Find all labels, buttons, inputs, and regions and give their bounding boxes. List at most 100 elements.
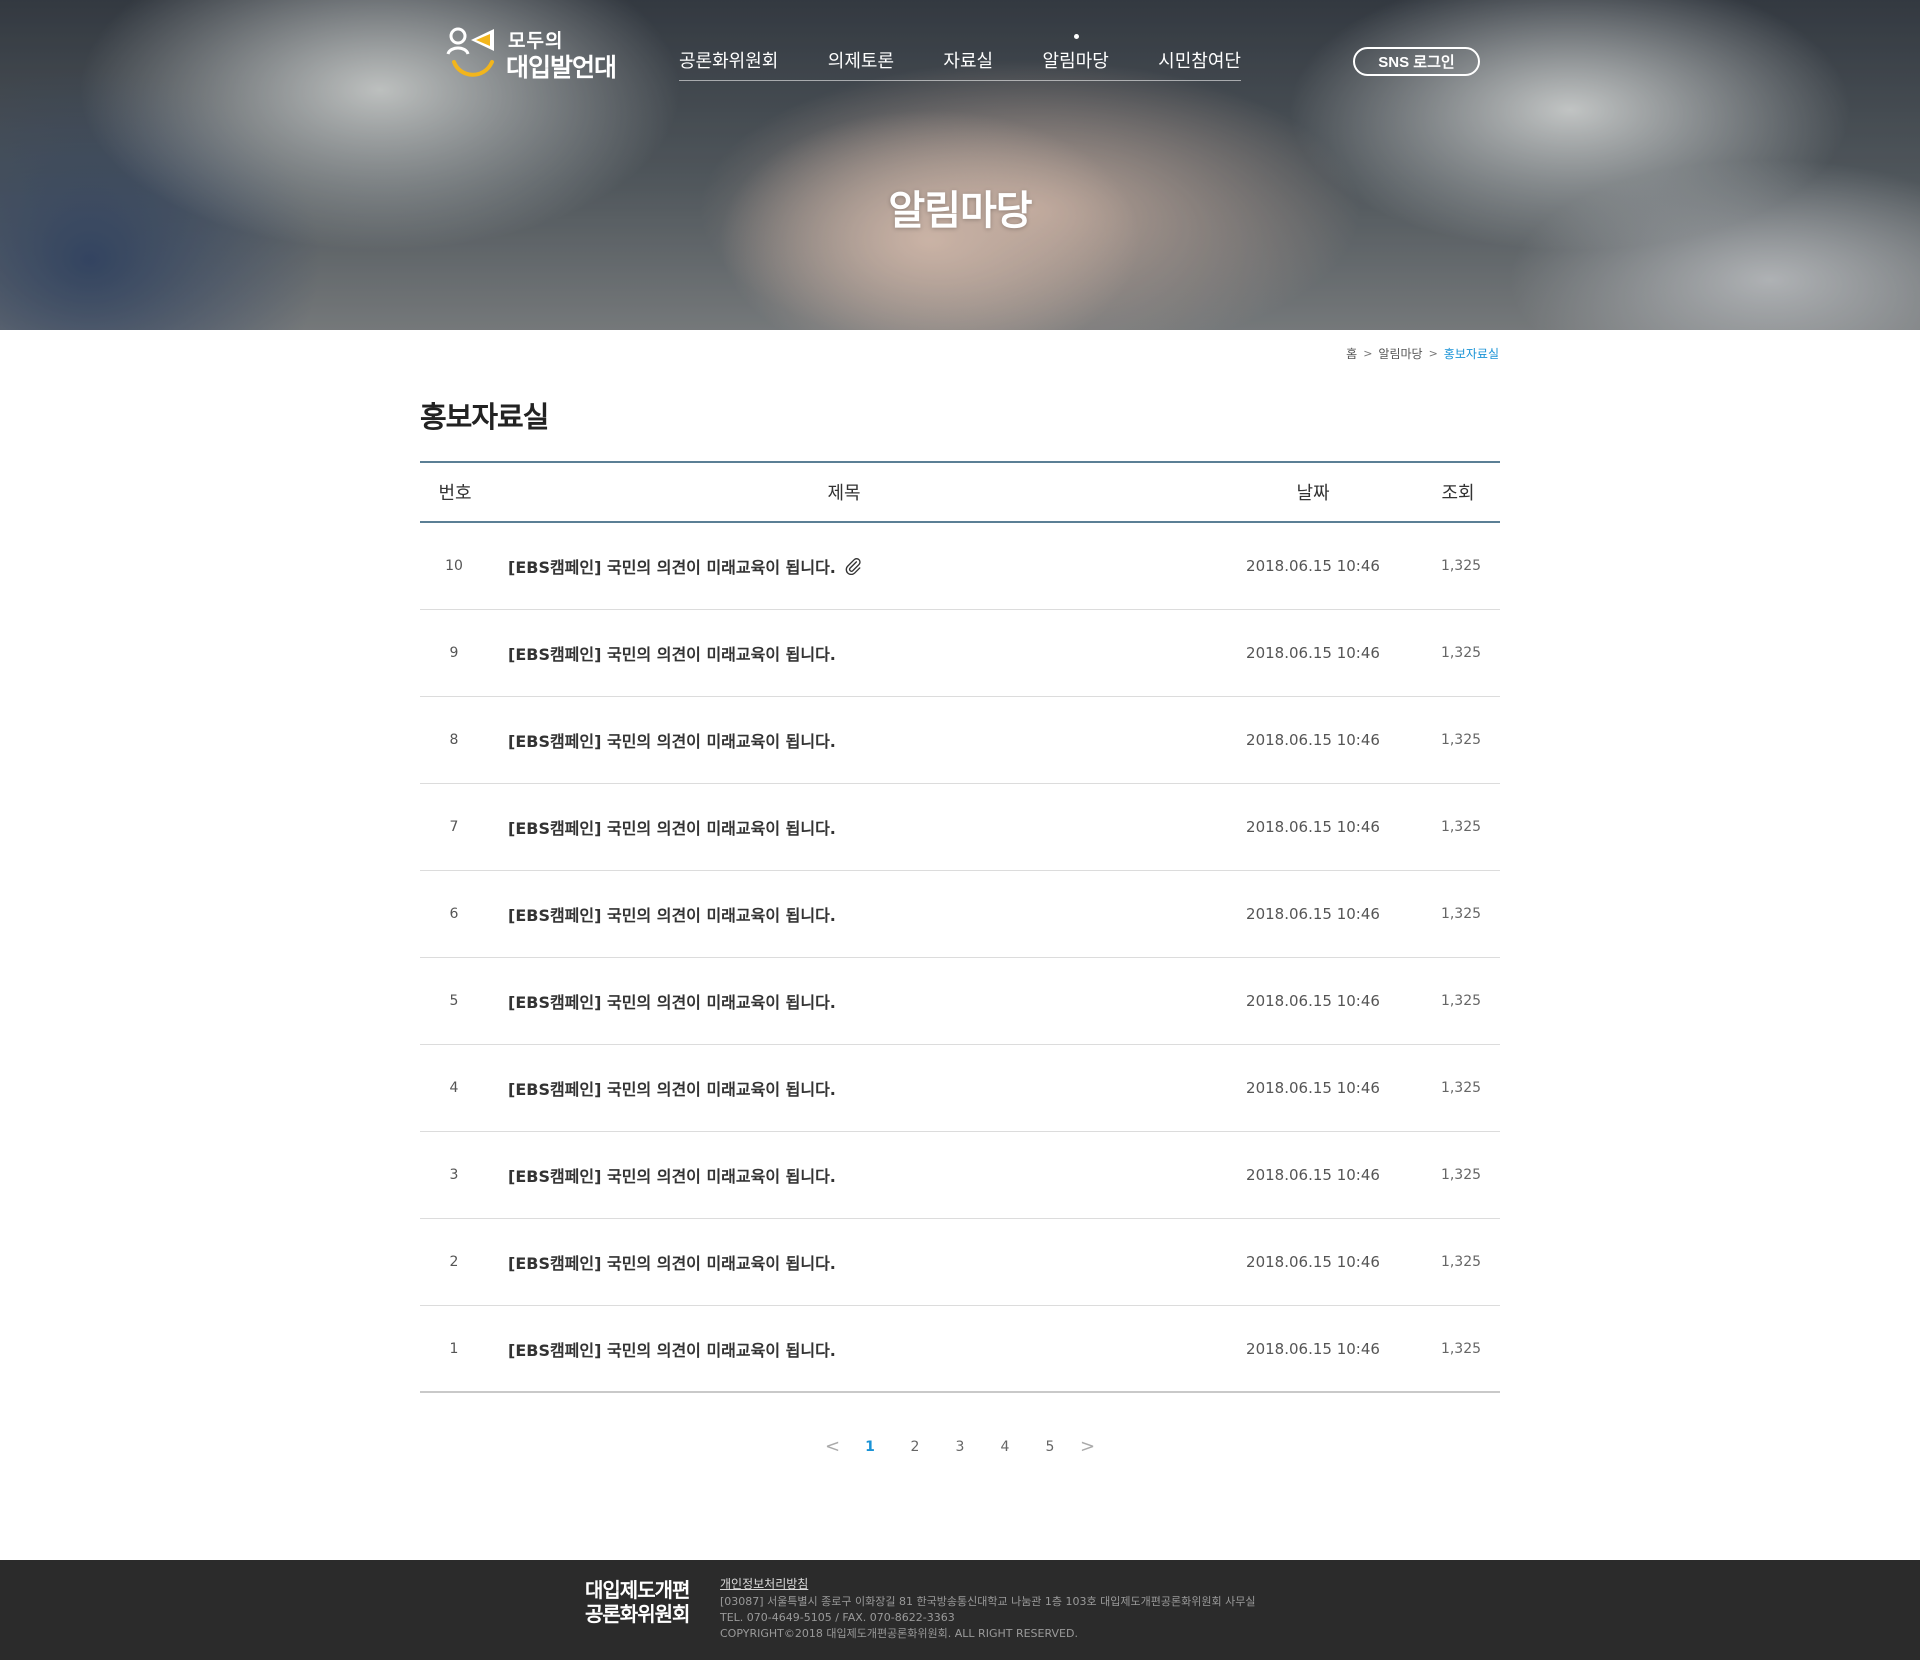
row-number: 9 xyxy=(449,645,459,661)
table-row[interactable]: 4 [EBS캠페인] 국민의 의견이 미래교육이 됩니다. 2018.06.15 1… xyxy=(420,1045,1500,1132)
row-date: 2018.06.15 10:46 xyxy=(1246,992,1380,1010)
logo-mark-icon xyxy=(446,27,494,77)
row-date: 2018.06.15 10:46 xyxy=(1246,731,1380,749)
chevron-right-icon: > xyxy=(1363,347,1373,360)
row-title-cell: [EBS캠페인] 국민의 의견이 미래교육이 됩니다. xyxy=(488,989,1210,1013)
row-title-link[interactable]: [EBS캠페인] 국민의 의견이 미래교육이 됩니다. xyxy=(508,1337,836,1361)
row-views: 1,325 xyxy=(1440,993,1482,1009)
board-table: 번호 제목 날짜 조회 10 [EBS캠페인] 국민의 의견이 미래교육이 됩니다… xyxy=(420,461,1500,1393)
row-number: 10 xyxy=(445,558,463,574)
row-views: 1,325 xyxy=(1440,819,1482,835)
table-row[interactable]: 10 [EBS캠페인] 국민의 의견이 미래교육이 됩니다. 2018.06.15 … xyxy=(420,523,1500,610)
paperclip-icon xyxy=(845,558,861,575)
row-title-link[interactable]: [EBS캠페인] 국민의 의견이 미래교육이 됩니다. xyxy=(508,989,836,1013)
page-link-4[interactable]: 4 xyxy=(983,1439,1028,1455)
row-title-cell: [EBS캠페인] 국민의 의견이 미래교육이 됩니다. xyxy=(488,815,1210,839)
row-title-link[interactable]: [EBS캠페인] 국민의 의견이 미래교육이 됩니다. xyxy=(508,815,836,839)
row-title-cell: [EBS캠페인] 국민의 의견이 미래교육이 됩니다. xyxy=(488,1337,1210,1361)
table-header: 번호 제목 날짜 조회 xyxy=(420,461,1500,523)
row-views: 1,325 xyxy=(1440,645,1482,661)
header-views: 조회 xyxy=(1441,483,1475,504)
privacy-policy-link[interactable]: 개인정보처리방침 xyxy=(720,1576,808,1592)
footer-logo-line2: 공론화위원회 xyxy=(585,1602,690,1626)
row-date: 2018.06.15 10:46 xyxy=(1246,1166,1380,1184)
row-date: 2018.06.15 10:46 xyxy=(1246,1339,1380,1358)
row-number: 6 xyxy=(449,906,459,922)
sns-login-button[interactable]: SNS 로그인 xyxy=(1353,47,1480,76)
row-number: 2 xyxy=(449,1254,459,1270)
table-row[interactable]: 1 [EBS캠페인] 국민의 의견이 미래교육이 됩니다. 2018.06.15 1… xyxy=(420,1306,1500,1393)
page-link-2[interactable]: 2 xyxy=(893,1439,938,1455)
row-title-cell: [EBS캠페인] 국민의 의견이 미래교육이 됩니다. xyxy=(488,902,1210,926)
row-date: 2018.06.15 10:46 xyxy=(1246,557,1380,575)
next-page-button[interactable]: > xyxy=(1073,1436,1103,1457)
row-title-cell: [EBS캠페인] 국민의 의견이 미래교육이 됩니다. xyxy=(488,728,1210,752)
breadcrumb-current: 홍보자료실 xyxy=(1443,347,1499,361)
header-number: 번호 xyxy=(438,483,472,504)
row-title-link[interactable]: [EBS캠페인] 국민의 의견이 미래교육이 됩니다. xyxy=(508,1076,836,1100)
row-date: 2018.06.15 10:46 xyxy=(1246,1253,1380,1271)
prev-page-button[interactable]: < xyxy=(818,1436,848,1457)
site-footer: 대입제도개편 공론화위원회 개인정보처리방침 [03087] 서울특별시 종로구… xyxy=(0,1560,1920,1660)
page-link-3[interactable]: 3 xyxy=(938,1439,983,1455)
row-date: 2018.06.15 10:46 xyxy=(1246,905,1380,923)
row-number: 8 xyxy=(449,732,459,748)
row-title-cell: [EBS캠페인] 국민의 의견이 미래교육이 됩니다. xyxy=(488,641,1210,665)
row-number: 1 xyxy=(449,1340,459,1357)
row-views: 1,325 xyxy=(1440,906,1482,922)
row-date: 2018.06.15 10:46 xyxy=(1246,1079,1380,1097)
table-body: 10 [EBS캠페인] 국민의 의견이 미래교육이 됩니다. 2018.06.15 … xyxy=(420,523,1500,1393)
header-date: 날짜 xyxy=(1296,483,1330,504)
row-views: 1,325 xyxy=(1440,1080,1482,1096)
site-logo[interactable]: 모두의 대입발언대 xyxy=(446,26,617,82)
nav-item-notice[interactable]: 알림마당 xyxy=(1043,34,1109,80)
row-title-cell: [EBS캠페인] 국민의 의견이 미래교육이 됩니다. xyxy=(488,1163,1210,1187)
row-title-link[interactable]: [EBS캠페인] 국민의 의견이 미래교육이 됩니다. xyxy=(508,554,836,578)
row-number: 5 xyxy=(449,993,459,1009)
table-row[interactable]: 2 [EBS캠페인] 국민의 의견이 미래교육이 됩니다. 2018.06.15 1… xyxy=(420,1219,1500,1306)
row-title-link[interactable]: [EBS캠페인] 국민의 의견이 미래교육이 됩니다. xyxy=(508,641,836,665)
table-row[interactable]: 7 [EBS캠페인] 국민의 의견이 미래교육이 됩니다. 2018.06.15 1… xyxy=(420,784,1500,871)
page-link-1[interactable]: 1 xyxy=(848,1439,893,1455)
main-navigation: 공론화위원회 의제토론 자료실 알림마당 시민참여단 xyxy=(679,34,1241,81)
row-title-link[interactable]: [EBS캠페인] 국민의 의견이 미래교육이 됩니다. xyxy=(508,728,836,752)
row-title-cell: [EBS캠페인] 국민의 의견이 미래교육이 됩니다. xyxy=(488,554,1210,578)
nav-item-citizen-panel[interactable]: 시민참여단 xyxy=(1158,44,1241,80)
nav-item-committee[interactable]: 공론화위원회 xyxy=(679,44,778,80)
row-title-link[interactable]: [EBS캠페인] 국민의 의견이 미래교육이 됩니다. xyxy=(508,902,836,926)
logo-text-main: 대입발언대 xyxy=(506,53,617,82)
page-title: 홍보자료실 xyxy=(420,400,549,434)
footer-address: [03087] 서울특별시 종로구 이화장길 81 한국방송통신대학교 나눔관 … xyxy=(720,1595,1256,1608)
breadcrumb-parent[interactable]: 알림마당 xyxy=(1378,345,1422,362)
nav-item-resources[interactable]: 자료실 xyxy=(943,44,993,80)
row-title-cell: [EBS캠페인] 국민의 의견이 미래교육이 됩니다. xyxy=(488,1250,1210,1274)
footer-logo-line1: 대입제도개편 xyxy=(585,1578,690,1602)
row-views: 1,325 xyxy=(1440,1340,1482,1357)
table-row[interactable]: 3 [EBS캠페인] 국민의 의견이 미래교육이 됩니다. 2018.06.15 1… xyxy=(420,1132,1500,1219)
row-title-link[interactable]: [EBS캠페인] 국민의 의견이 미래교육이 됩니다. xyxy=(508,1250,836,1274)
row-views: 1,325 xyxy=(1440,1167,1482,1183)
nav-item-agenda-debate[interactable]: 의제토론 xyxy=(828,44,894,80)
breadcrumb: 홈 > 알림마당 > 홍보자료실 xyxy=(1346,345,1499,362)
row-title-cell: [EBS캠페인] 국민의 의견이 미래교육이 됩니다. xyxy=(488,1076,1210,1100)
row-views: 1,325 xyxy=(1440,1254,1482,1270)
table-row[interactable]: 5 [EBS캠페인] 국민의 의견이 미래교육이 됩니다. 2018.06.15 1… xyxy=(420,958,1500,1045)
row-date: 2018.06.15 10:46 xyxy=(1246,644,1380,662)
chevron-right-icon: > xyxy=(1428,347,1438,360)
row-date: 2018.06.15 10:46 xyxy=(1246,818,1380,836)
row-number: 3 xyxy=(449,1167,459,1183)
row-number: 7 xyxy=(449,819,459,835)
row-title-link[interactable]: [EBS캠페인] 국민의 의견이 미래교육이 됩니다. xyxy=(508,1163,836,1187)
header-title: 제목 xyxy=(827,483,861,504)
row-views: 1,325 xyxy=(1440,732,1482,748)
table-row[interactable]: 8 [EBS캠페인] 국민의 의견이 미래교육이 됩니다. 2018.06.15 1… xyxy=(420,697,1500,784)
hero-banner: 모두의 대입발언대 공론화위원회 의제토론 자료실 알림마당 시민참여단 SNS… xyxy=(0,0,1920,330)
breadcrumb-home[interactable]: 홈 xyxy=(1346,345,1357,362)
table-row[interactable]: 6 [EBS캠페인] 국민의 의견이 미래교육이 됩니다. 2018.06.15 1… xyxy=(420,871,1500,958)
row-views: 1,325 xyxy=(1440,558,1482,574)
table-row[interactable]: 9 [EBS캠페인] 국민의 의견이 미래교육이 됩니다. 2018.06.15 1… xyxy=(420,610,1500,697)
pagination: < 1 2 3 4 5 > xyxy=(0,1436,1920,1457)
row-number: 4 xyxy=(449,1080,459,1096)
footer-logo: 대입제도개편 공론화위원회 xyxy=(585,1578,690,1626)
page-link-5[interactable]: 5 xyxy=(1028,1439,1073,1455)
